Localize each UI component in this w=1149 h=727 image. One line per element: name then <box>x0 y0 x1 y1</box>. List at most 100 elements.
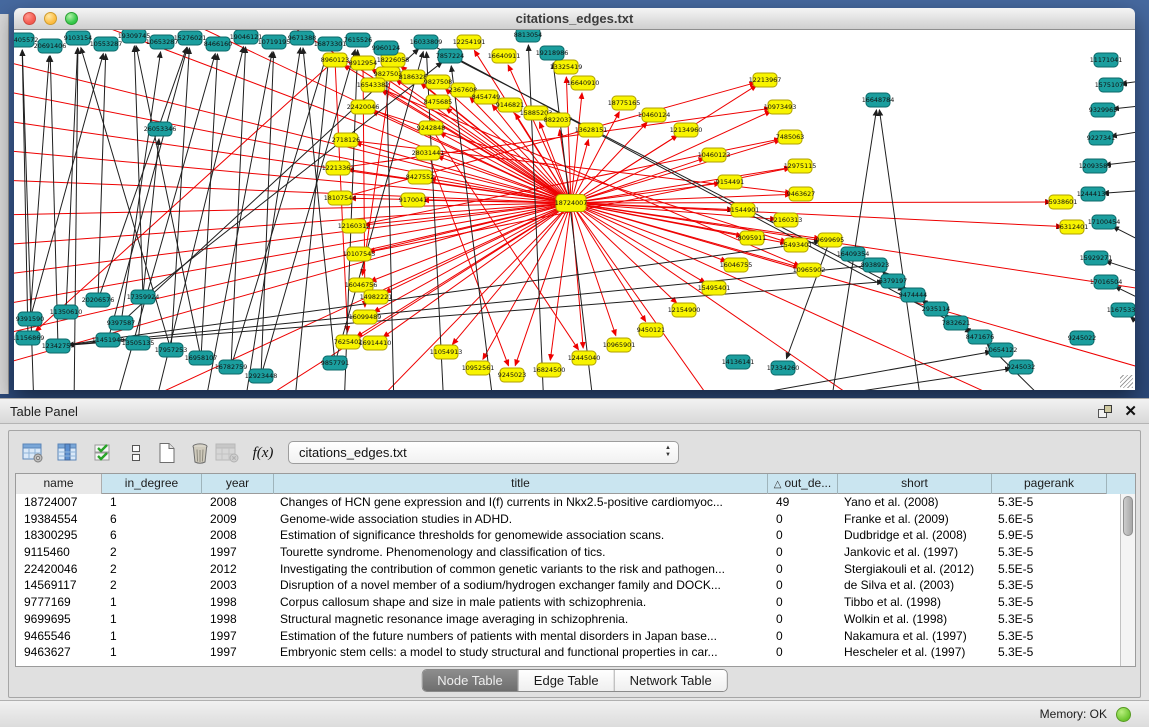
column-header-filler <box>1107 474 1135 494</box>
graph-node-label: 12134960 <box>670 126 703 134</box>
table-cell: 9463627 <box>16 644 102 661</box>
select-all-rows-button[interactable] <box>89 439 117 467</box>
scrollbar-thumb[interactable] <box>1123 496 1133 536</box>
table-cell: 9777169 <box>16 594 102 611</box>
column-header-in-degree[interactable]: in_degree <box>102 474 202 494</box>
table-cell: 9465546 <box>16 628 102 645</box>
table-settings-button[interactable] <box>19 439 47 467</box>
graph-node-label: 15929271 <box>1080 254 1113 262</box>
graph-node-label: 8938923 <box>861 261 889 269</box>
table-cell: 9115460 <box>16 544 102 561</box>
graph-node-label: 26053346 <box>144 125 177 133</box>
table-cell: 0 <box>768 594 838 611</box>
column-header-pagerank[interactable]: pagerank <box>992 474 1107 494</box>
table-panel-title: Table Panel <box>10 399 78 424</box>
close-panel-icon[interactable]: ✕ <box>1124 402 1137 422</box>
table-cell: 1997 <box>202 628 274 645</box>
function-builder-button[interactable]: f(x) <box>249 439 277 467</box>
graph-node-label: 7485063 <box>776 133 804 141</box>
citation-network-graph[interactable]: 1872400789601238912954182260589827503818… <box>14 30 1135 390</box>
graph-node-label: 16046755 <box>720 261 753 269</box>
memory-ok-indicator[interactable] <box>1116 707 1131 722</box>
graph-edge <box>550 203 571 360</box>
table-cell: 5.3E-5 <box>992 611 1107 628</box>
table-row[interactable]: 946554611997Estimation of the future num… <box>16 628 1120 645</box>
graph-node-label: 22420046 <box>347 103 380 111</box>
column-header-short[interactable]: short <box>838 474 992 494</box>
graph-edge <box>35 60 335 331</box>
graph-node-label: 12093581 <box>1079 162 1112 170</box>
table-row[interactable]: 1872400712008Changes of HCN gene express… <box>16 494 1120 511</box>
deselect-rows-button[interactable] <box>122 439 150 467</box>
table-row[interactable]: 969969511998Structural magnetic resonanc… <box>16 611 1120 628</box>
table-cell: 0 <box>768 644 838 661</box>
tab-edge-table[interactable]: Edge Table <box>519 670 615 691</box>
show-column-button[interactable] <box>54 439 82 467</box>
column-header-name[interactable]: name <box>16 474 102 494</box>
graph-node-label: 16640910 <box>567 79 600 87</box>
table-cell: 5.3E-5 <box>992 644 1107 661</box>
table-row[interactable]: 2242004622012Investigating the contribut… <box>16 561 1120 578</box>
graph-edge <box>571 203 1062 227</box>
desktop-background: citations_edges.txt 18724007896012389129… <box>0 0 1149 398</box>
tab-node-table[interactable]: Node Table <box>422 670 519 691</box>
graph-node-label: 16824500 <box>533 366 566 374</box>
graph-edge <box>121 52 161 323</box>
table-row[interactable]: 911546021997Tourette syndrome. Phenomeno… <box>16 544 1120 561</box>
graph-node-label: 16914410 <box>359 339 392 347</box>
table-cell: 6 <box>102 511 202 528</box>
graph-edge <box>14 180 571 203</box>
graph-node-label: 13505135 <box>122 339 155 347</box>
tab-network-table[interactable]: Network Table <box>615 670 727 691</box>
network-table-select[interactable]: citations_edges.txt ▲▼ <box>288 441 679 464</box>
graph-node-label: 20691406 <box>34 42 67 50</box>
graph-node-label: 11544901 <box>727 206 760 214</box>
graph-node-label: 17359924 <box>127 293 160 301</box>
graph-edge <box>58 282 883 346</box>
table-row[interactable]: 1938455462009Genome-wide association stu… <box>16 511 1120 528</box>
graph-node-label: 16782759 <box>215 363 248 371</box>
graph-node-label: 16648784 <box>862 96 895 104</box>
graph-node-label: 8475685 <box>424 98 452 106</box>
table-cell: 0 <box>768 511 838 528</box>
delete-trash-button[interactable] <box>186 439 214 467</box>
graph-edge <box>1113 227 1135 245</box>
table-cell: 2008 <box>202 494 274 511</box>
graph-node-label: 11451940 <box>92 336 125 344</box>
graph-node-label: 7832621 <box>942 319 970 327</box>
graph-node-label: 9827508 <box>424 78 452 86</box>
graph-node-label: 17957253 <box>155 346 188 354</box>
graph-node-label: 12445040 <box>568 354 601 362</box>
table-cell: 0 <box>768 527 838 544</box>
graph-node-label: 12342757 <box>42 342 75 350</box>
table-row[interactable]: 946362711997Embryonic stem cells: a mode… <box>16 644 1120 661</box>
table-cell: 1997 <box>202 544 274 561</box>
graph-node-label: 9450121 <box>637 326 665 334</box>
column-header-title[interactable]: title <box>274 474 768 494</box>
graph-node-label: 2718126 <box>332 136 360 144</box>
network-canvas[interactable]: 1872400789601238912954182260589827503818… <box>14 30 1135 390</box>
graph-node-label: 18226058 <box>377 56 410 64</box>
graph-node-label: 2935114 <box>922 305 950 313</box>
network-window-titlebar[interactable]: citations_edges.txt <box>14 8 1135 30</box>
table-row[interactable]: 1830029562008Estimation of significance … <box>16 527 1120 544</box>
graph-edge <box>201 54 217 358</box>
column-header-year[interactable]: year <box>202 474 274 494</box>
table-row[interactable]: 977716911998Corpus callosum shape and si… <box>16 594 1120 611</box>
graph-node-label: 7857224 <box>436 52 464 60</box>
table-vertical-scrollbar[interactable] <box>1120 494 1135 666</box>
new-document-button[interactable] <box>153 439 181 467</box>
graph-node-label: 16640911 <box>488 52 521 60</box>
table-cell: 0 <box>768 577 838 594</box>
graph-node-label: 9397587 <box>107 319 135 327</box>
table-cell: 1 <box>102 628 202 645</box>
combo-arrows-icon: ▲▼ <box>665 445 671 459</box>
table-cell: Stergiakouli et al. (2012) <box>838 561 992 578</box>
resize-grip[interactable] <box>1120 375 1133 388</box>
graph-node-label: 8427552 <box>406 173 434 181</box>
graph-edge <box>571 93 582 203</box>
float-panel-icon[interactable] <box>1097 404 1113 420</box>
column-header-out-degree[interactable]: △out_de... <box>768 474 838 494</box>
graph-node-label: 20206576 <box>82 296 115 304</box>
table-row[interactable]: 1456911722003Disruption of a novel membe… <box>16 577 1120 594</box>
